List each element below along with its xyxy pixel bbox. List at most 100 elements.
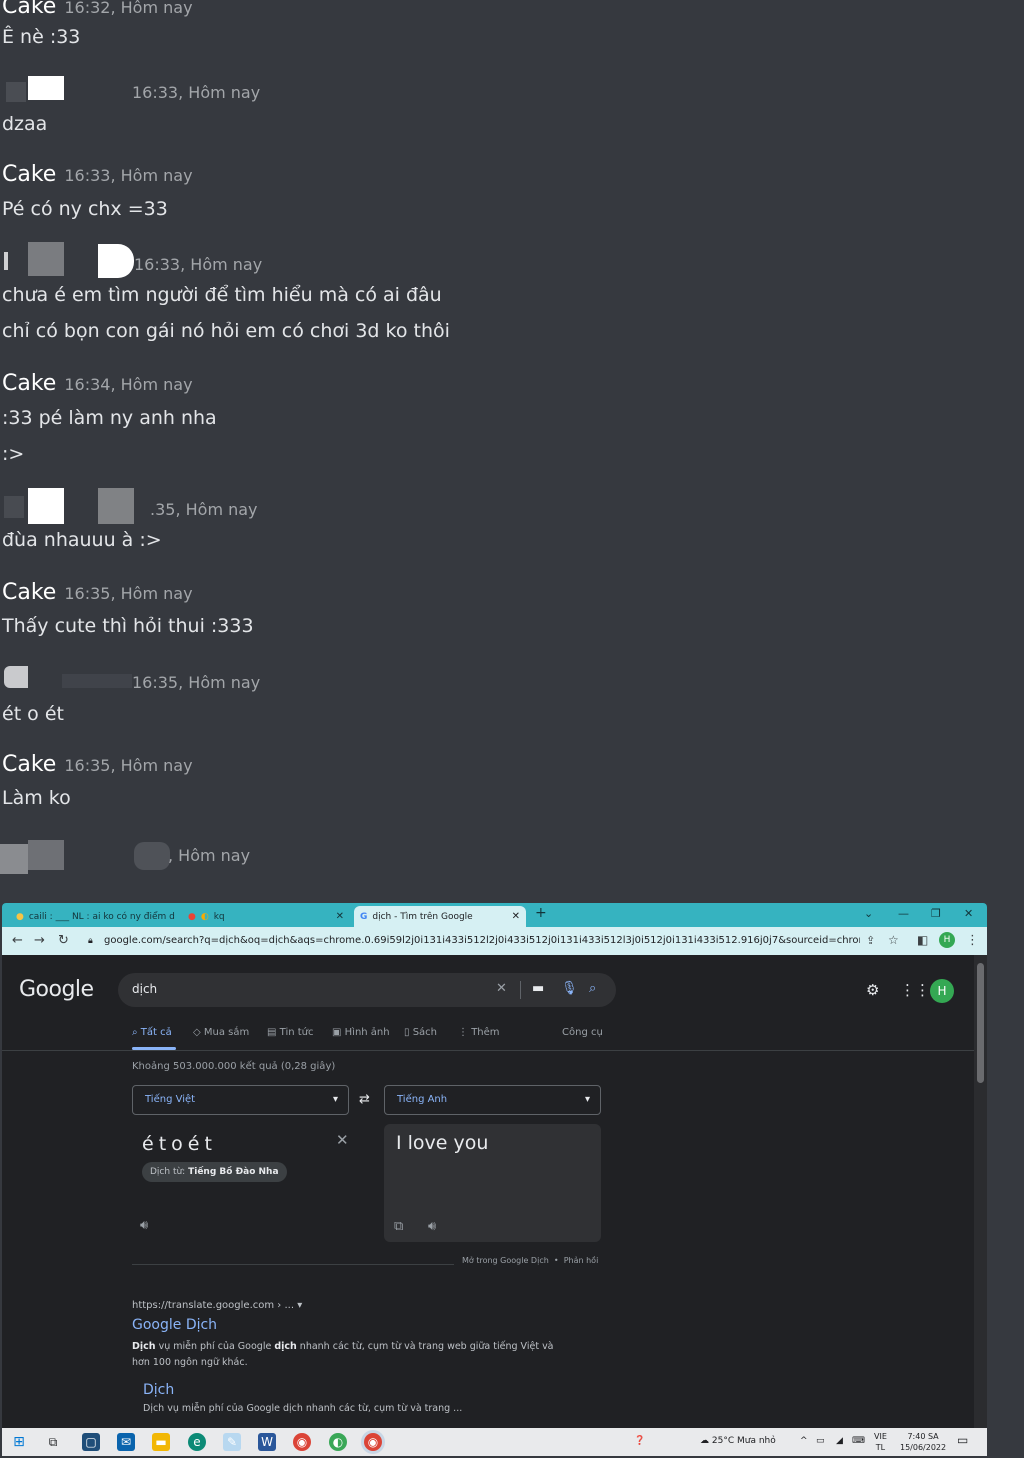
search-icon[interactable]: ⌕ [589, 981, 596, 996]
redacted-name [28, 242, 64, 276]
result-url[interactable]: https://translate.google.com › ... ▾ [132, 1300, 302, 1311]
input-language[interactable]: VIE TL [874, 1431, 887, 1453]
speaker-icon[interactable]: 🔊︎ [428, 1219, 436, 1234]
tab-label: Hình ảnh [344, 1027, 390, 1038]
scrollbar[interactable] [974, 955, 987, 1428]
browser-window: ● caili : ___ NL : ai ko có ny điểm d ✕ … [2, 903, 987, 1456]
search-input[interactable]: dịch [132, 982, 157, 996]
share-icon[interactable]: ⇪ [866, 934, 875, 947]
task-view-icon[interactable]: ⧉ [44, 1433, 62, 1451]
sitelink-title[interactable]: Dịch [143, 1382, 174, 1398]
close-tab-icon[interactable]: ✕ [336, 911, 344, 922]
word-icon[interactable]: W [258, 1433, 276, 1451]
close-window-icon[interactable]: ✕ [964, 907, 973, 920]
tab-shopping[interactable]: ◇ Mua sắm [193, 1027, 249, 1038]
lang-layout: TL [875, 1443, 886, 1452]
browser-tab-active[interactable]: G dịch - Tìm trên Google ✕ [354, 906, 526, 927]
timestamp: 16:35, Hôm nay [64, 756, 193, 775]
restore-icon[interactable]: ❐ [931, 907, 941, 920]
menu-kebab-icon[interactable]: ⋮ [966, 933, 979, 948]
redacted-name [28, 76, 64, 100]
account-avatar[interactable]: H [930, 979, 954, 1003]
chevron-down-icon[interactable]: ▾ [297, 1300, 302, 1311]
bookmark-star-icon[interactable]: ☆ [888, 933, 899, 947]
sitelink-snippet: Dịch vụ miễn phí của Google dịch nhanh c… [143, 1403, 463, 1414]
tab-images[interactable]: ▣ Hình ảnh [332, 1027, 390, 1038]
network-icon[interactable]: ▭ [816, 1436, 825, 1446]
scrollbar-thumb[interactable] [977, 963, 984, 1083]
date-text: 15/06/2022 [900, 1443, 947, 1452]
result-title-link[interactable]: Google Dịch [132, 1317, 217, 1333]
tab-news[interactable]: ▤ Tin tức [267, 1027, 314, 1038]
result-snippet: Dịch vụ miễn phí của Google dịch nhanh c… [132, 1339, 562, 1371]
result-stats: Khoảng 503.000.000 kết quả (0,28 giây) [132, 1061, 336, 1072]
message-line: đùa nhauuu à :> [2, 529, 162, 551]
redacted-name [4, 252, 8, 270]
clear-icon[interactable]: ✕ [496, 981, 507, 996]
chrome-active-icon[interactable]: ◉ [364, 1433, 382, 1451]
profile-avatar[interactable]: H [939, 932, 955, 948]
tabs-divider [2, 1050, 974, 1051]
edge-icon[interactable]: e [188, 1433, 206, 1451]
settings-gear-icon[interactable]: ⚙ [866, 981, 879, 999]
app-icon[interactable]: ◐ [329, 1433, 347, 1451]
timestamp: 16:35, Hôm nay [132, 673, 261, 692]
new-tab-button[interactable]: + [535, 905, 547, 921]
google-logo[interactable]: Google [19, 977, 94, 1002]
side-panel-icon[interactable]: ◧ [917, 933, 928, 947]
tab-more[interactable]: ⋮ Thêm [458, 1027, 500, 1038]
speaker-icon[interactable]: 🔊︎ [140, 1218, 148, 1233]
tools-button[interactable]: Công cụ [562, 1027, 603, 1038]
volume-icon[interactable]: ◢ [836, 1436, 843, 1446]
author-name[interactable]: Cake [2, 0, 56, 19]
snippet-bold: Dịch [132, 1341, 156, 1352]
author-name[interactable]: Cake [2, 371, 56, 396]
chrome-icon[interactable]: ◉ [293, 1433, 311, 1451]
back-icon[interactable]: ← [12, 933, 23, 948]
tab-books[interactable]: ▯ Sách [404, 1027, 437, 1038]
author-name[interactable]: Cake [2, 162, 56, 187]
minimize-icon[interactable]: — [898, 907, 909, 920]
target-language-select[interactable]: Tiếng Anh ▾ [384, 1085, 601, 1115]
app-icon[interactable]: ▢ [82, 1433, 100, 1451]
redacted-name [28, 840, 64, 870]
clock[interactable]: 7:40 SA 15/06/2022 [900, 1431, 946, 1453]
reload-icon[interactable]: ↻ [58, 933, 69, 948]
tab-search-icon[interactable]: ⌄ [864, 907, 873, 920]
forward-icon[interactable]: → [34, 933, 45, 948]
source-text-input[interactable]: étoét [142, 1133, 217, 1155]
author-name[interactable]: Cake [2, 580, 56, 605]
app-icon[interactable]: ✎ [223, 1433, 241, 1451]
message-line: :33 pé làm ny anh nha [2, 407, 217, 429]
microphone-icon[interactable]: 🎙︎ [561, 981, 578, 996]
search-box[interactable]: dịch ✕ ▬ 🎙︎ ⌕ [118, 973, 616, 1007]
swap-languages-icon[interactable]: ⇄ [359, 1092, 370, 1107]
detected-language-chip[interactable]: Dịch từ: Tiếng Bồ Đào Nha [142, 1162, 287, 1182]
file-explorer-icon[interactable]: ▬ [152, 1433, 170, 1451]
source-language-select[interactable]: Tiếng Việt ▾ [132, 1085, 349, 1115]
copy-icon[interactable]: ⧉ [394, 1219, 403, 1234]
weather-widget[interactable]: ☁︎ 25°C Mưa nhỏ [700, 1436, 776, 1446]
close-tab-icon[interactable]: ✕ [512, 911, 520, 922]
browser-tab[interactable]: ● ◐ kq ✕ [182, 906, 350, 927]
help-icon[interactable]: ❓ [634, 1436, 645, 1446]
apps-grid-icon[interactable]: ⋮⋮ [900, 981, 930, 999]
weather-icon: ☁︎ [700, 1436, 709, 1446]
tab-title: dịch - Tìm trên Google [372, 911, 473, 922]
google-icon: G [360, 911, 368, 922]
tab-all[interactable]: ⌕ Tất cả [132, 1027, 172, 1038]
mail-icon[interactable]: ✉ [117, 1433, 135, 1451]
clear-source-icon[interactable]: ✕ [336, 1131, 349, 1149]
open-in-translate-link[interactable]: Mở trong Google Dịch [462, 1256, 549, 1265]
redacted-name [28, 488, 64, 524]
keyboard-icon[interactable]: ▬ [532, 981, 544, 996]
browser-tab[interactable]: ● caili : ___ NL : ai ko có ny điểm d ✕ [10, 906, 178, 927]
chevron-down-icon: ▾ [584, 1094, 590, 1105]
windows-start-icon[interactable]: ⊞ [10, 1433, 28, 1451]
keyboard-icon[interactable]: ⌨ [852, 1436, 865, 1446]
show-hidden-icons[interactable]: ^ [800, 1436, 808, 1446]
notifications-icon[interactable]: ▭ [957, 1433, 968, 1447]
author-name[interactable]: Cake [2, 752, 56, 777]
feedback-link[interactable]: Phản hồi [564, 1256, 599, 1265]
url-input[interactable]: 🔒︎ google.com/search?q=dịch&oq=dịch&aqs=… [80, 931, 860, 951]
